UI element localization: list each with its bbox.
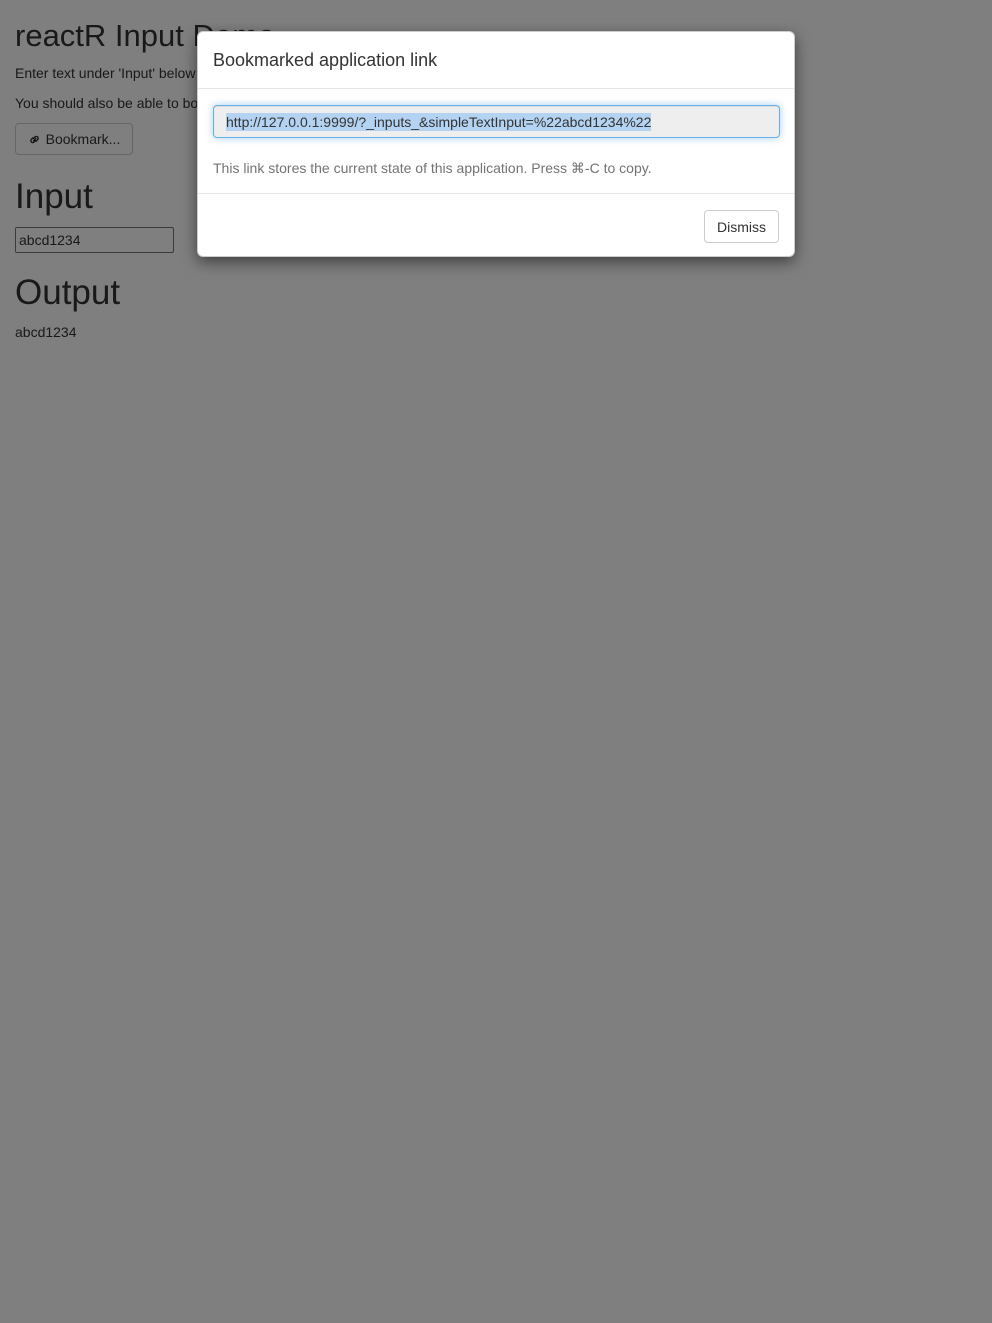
copy-help-text: This link stores the current state of th… <box>213 160 652 176</box>
modal-body: http://127.0.0.1:9999/?_inputs_&simpleTe… <box>198 89 794 194</box>
bookmark-url-text: http://127.0.0.1:9999/?_inputs_&simpleTe… <box>226 112 652 131</box>
modal-header: Bookmarked application link <box>198 32 794 89</box>
modal-footer: Dismiss <box>198 193 794 257</box>
dismiss-button[interactable]: Dismiss <box>704 210 779 243</box>
bookmark-url-field[interactable]: http://127.0.0.1:9999/?_inputs_&simpleTe… <box>213 105 780 138</box>
bookmark-modal: Bookmarked application link http://127.0… <box>197 31 795 257</box>
modal-title: Bookmarked application link <box>213 50 438 70</box>
